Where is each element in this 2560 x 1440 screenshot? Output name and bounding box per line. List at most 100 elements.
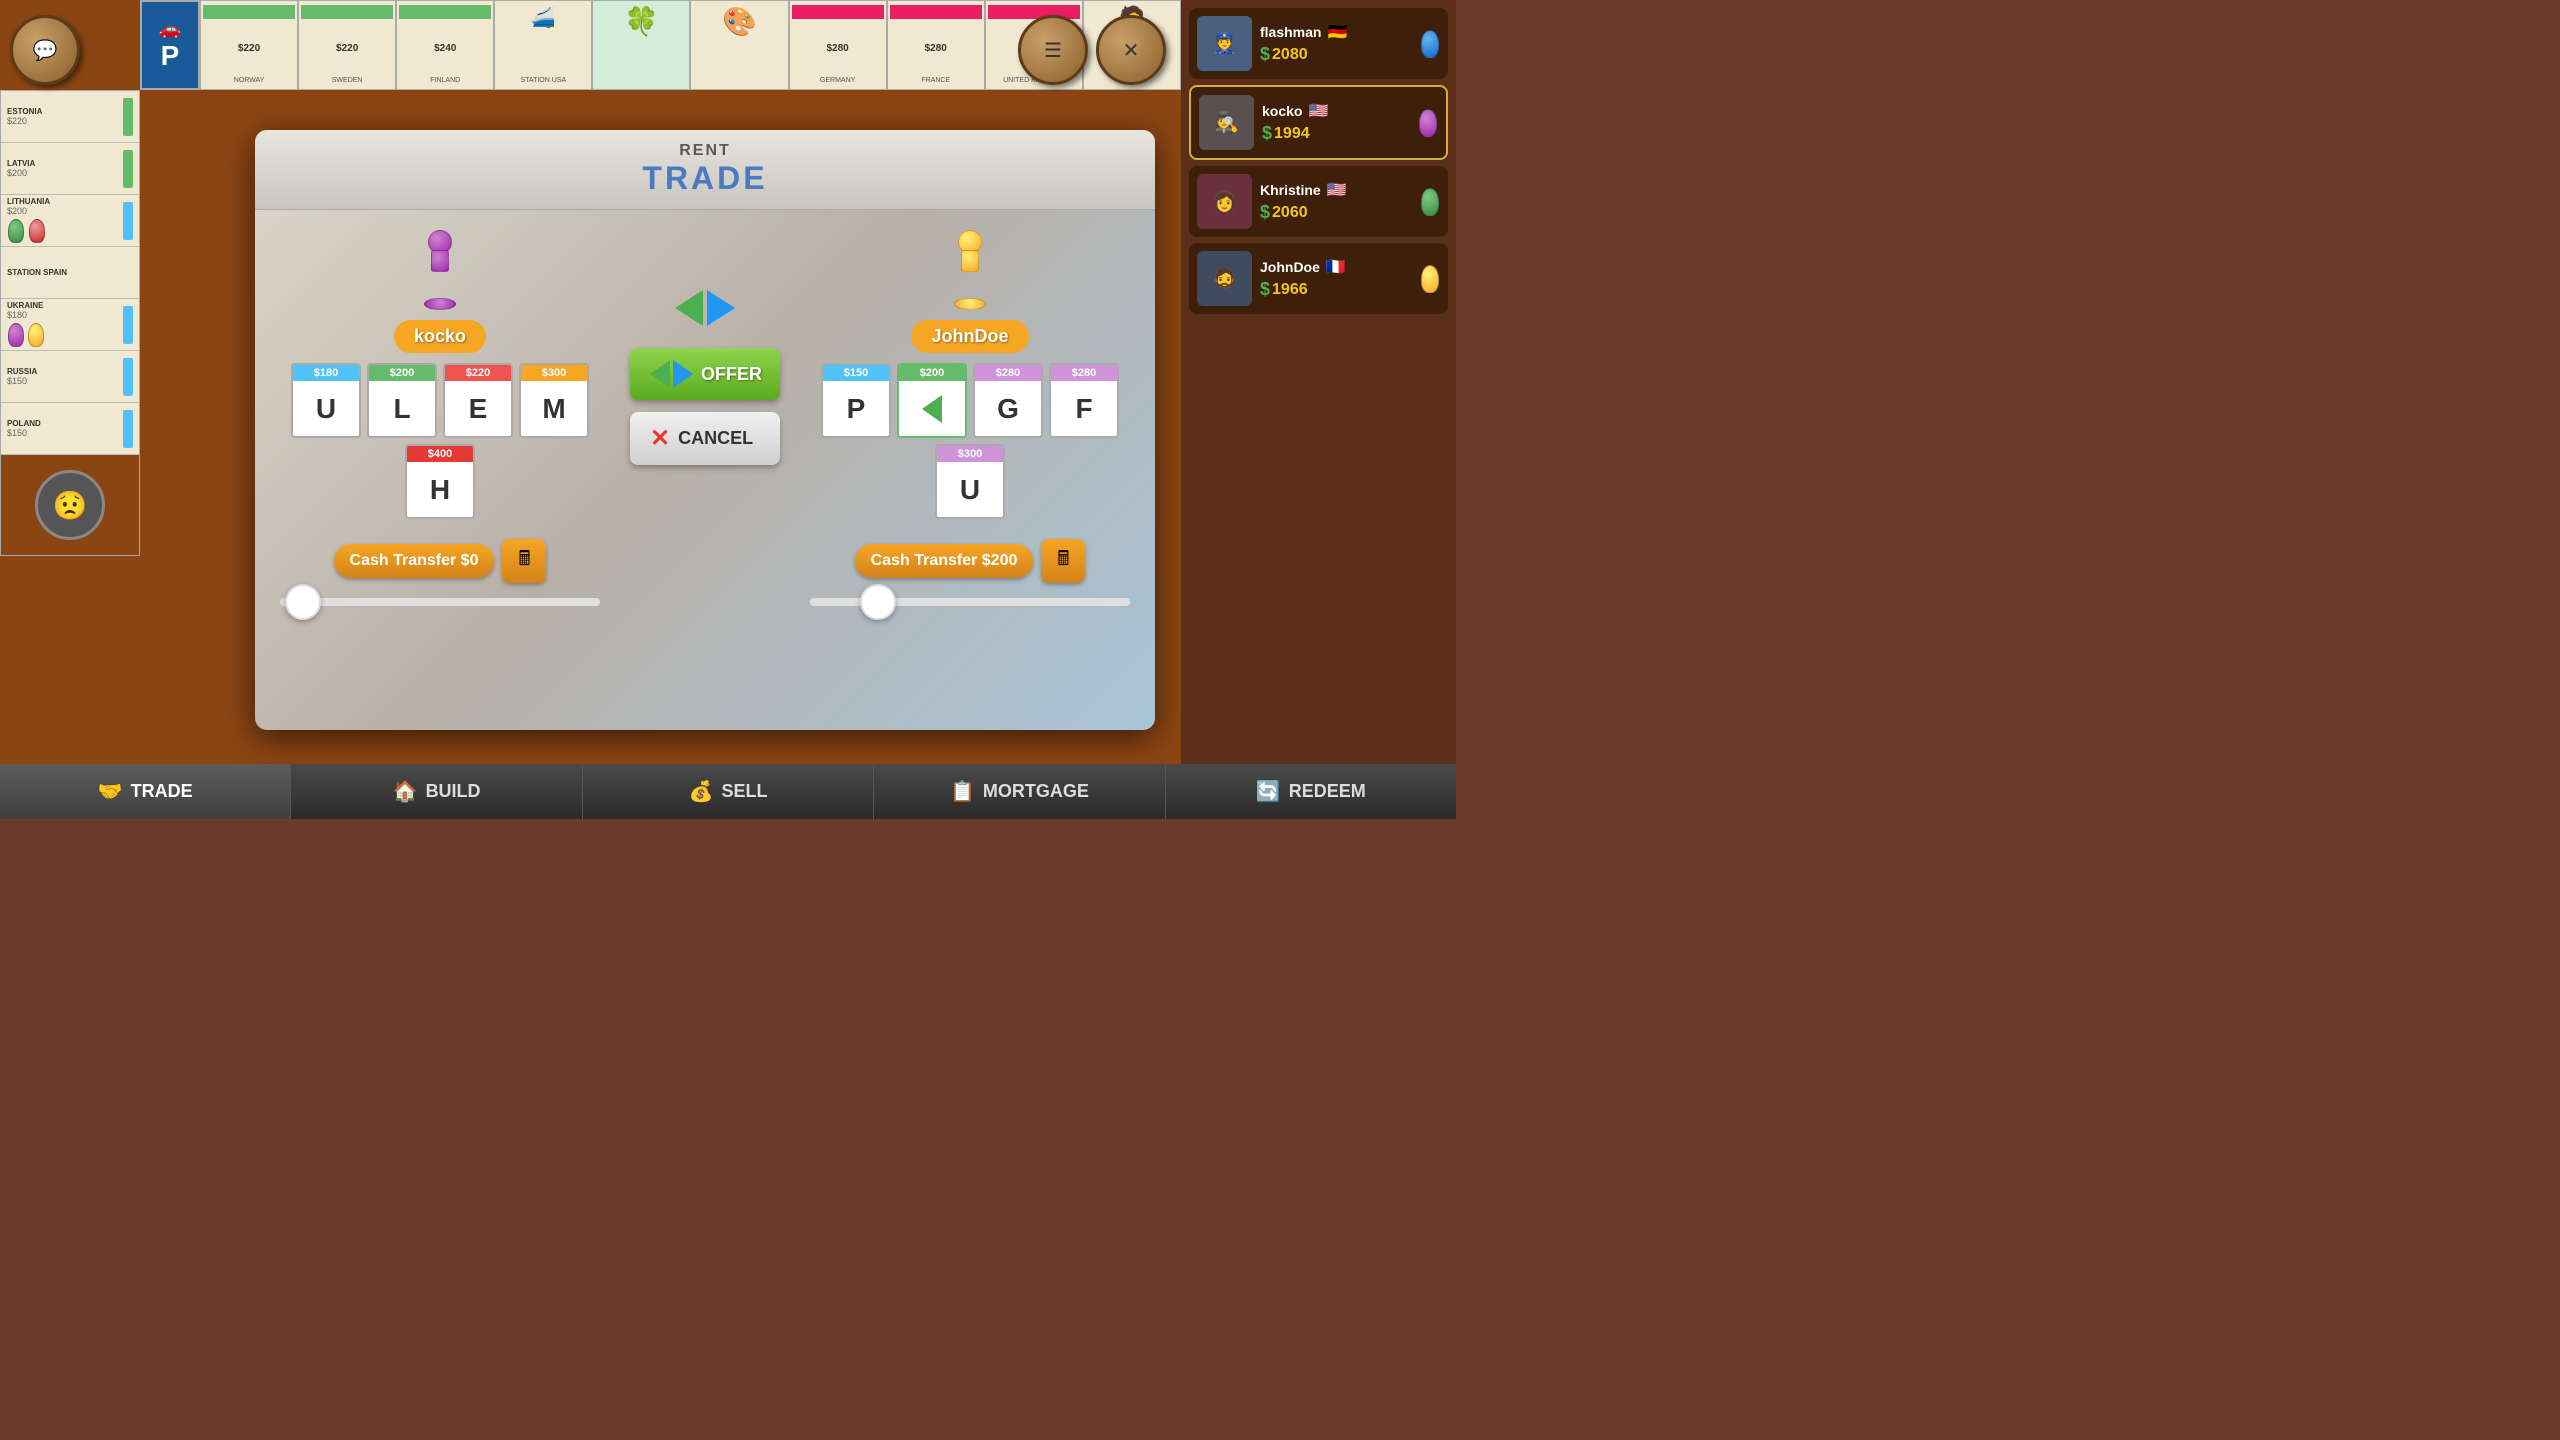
left-slider-track[interactable]: [280, 598, 600, 606]
right-cash-btn[interactable]: Cash Transfer $200: [855, 544, 1034, 578]
money-johndoe: $ 1966: [1260, 279, 1412, 300]
top-left-buttons: 💬: [10, 15, 80, 85]
left-slider-thumb[interactable]: [285, 584, 321, 620]
left-property-tiles: $180 U $200 L $220 E $300 M $400: [290, 363, 590, 519]
offer-arrow-left: [650, 360, 670, 388]
selected-arrow-icon: [922, 395, 942, 423]
prop-finland: $240 FINLAND: [396, 0, 494, 90]
prop-tile-h[interactable]: $400 H: [405, 444, 475, 519]
prop-tile-p[interactable]: $150 P: [821, 363, 891, 438]
prop-letter-arrow: [922, 381, 942, 436]
player-card-johndoe[interactable]: 🧔 JohnDoe 🇫🇷 $ 1966: [1189, 243, 1448, 314]
arrow-right-icon: [707, 290, 735, 326]
prop-price-l: $200: [369, 365, 435, 381]
trade-arrows: [675, 290, 735, 326]
left-cell-estonia: ESTONIA $220: [1, 91, 139, 143]
right-pawn: [940, 230, 1000, 310]
color-stripe: [123, 306, 133, 344]
parking-cell: 🚗 P: [140, 0, 200, 90]
left-player-name: kocko: [394, 320, 486, 353]
color-stripe: [123, 358, 133, 396]
money-kocko: $ 1994: [1262, 123, 1410, 144]
nav-mortgage[interactable]: 📋 MORTGAGE: [874, 764, 1165, 819]
right-calculator-icon: 🖩: [1057, 544, 1069, 578]
prop-tile-l[interactable]: $200 L: [367, 363, 437, 438]
prop-letter-h: H: [430, 462, 450, 517]
prop-color-bar: [399, 5, 491, 19]
left-cell-russia: RUSSIA $150: [1, 351, 139, 403]
redeem-label: REDEEM: [1289, 781, 1366, 802]
prop-name: FRANCE: [921, 77, 950, 85]
build-icon: 🏠: [393, 779, 418, 804]
flag-flashman: 🇩🇪: [1327, 22, 1347, 42]
left-cell-station-spain: STATION SPAIN: [1, 247, 139, 299]
prop-station-usa: 🚄 STATION USA: [494, 0, 592, 90]
piece-kocko: [1419, 109, 1437, 137]
prop-tile-arrow[interactable]: $200: [897, 363, 967, 438]
prop-tile-g[interactable]: $280 G: [973, 363, 1043, 438]
right-pawn-body: [961, 250, 979, 272]
offer-button[interactable]: OFFER: [630, 348, 780, 400]
left-cell-latvia: LATVIA $200: [1, 143, 139, 195]
colorwheel-icon: 🎨: [722, 5, 757, 38]
trade-icon: 🤝: [98, 779, 123, 804]
nav-sell[interactable]: 💰 SELL: [583, 764, 874, 819]
prop-sweden: $220 SWEDEN: [298, 0, 396, 90]
mortgage-icon: 📋: [950, 779, 975, 804]
right-slider-thumb[interactable]: [860, 584, 896, 620]
player-card-kocko[interactable]: 🕵️ kocko 🇺🇸 $ 1994: [1189, 85, 1448, 160]
player-info-flashman: flashman 🇩🇪 $ 2080: [1260, 22, 1412, 65]
prop-letter-l: L: [393, 381, 410, 436]
prop-tile-f[interactable]: $280 F: [1049, 363, 1119, 438]
prop-price: $280: [925, 43, 947, 54]
name-kocko: kocko: [1262, 103, 1302, 119]
prop-price: $220: [238, 43, 260, 54]
prop-price-u2: $300: [937, 446, 1003, 462]
station-icon: 🚄: [531, 5, 556, 30]
offer-arrow-right: [673, 360, 693, 388]
flag-kocko: 🇺🇸: [1308, 101, 1328, 121]
prop-price: $240: [434, 43, 456, 54]
left-calc-btn[interactable]: 🖩: [502, 539, 546, 583]
cancel-button[interactable]: ✕ CANCEL: [630, 412, 780, 465]
prop-tile-u2[interactable]: $300 U: [935, 444, 1005, 519]
prop-name: GERMANY: [820, 77, 855, 85]
nav-build[interactable]: 🏠 BUILD: [291, 764, 582, 819]
cancel-label: CANCEL: [678, 428, 753, 449]
prop-price-g: $280: [975, 365, 1041, 381]
avatar-khristine: 👩: [1197, 174, 1252, 229]
flag-johndoe: 🇫🇷: [1326, 257, 1346, 277]
nav-trade[interactable]: 🤝 TRADE: [0, 764, 291, 819]
player-info-khristine: Khristine 🇺🇸 $ 2060: [1260, 180, 1412, 223]
prop-color-bar: [792, 5, 884, 19]
prop-name: SWEDEN: [332, 77, 363, 85]
nav-redeem[interactable]: 🔄 REDEEM: [1166, 764, 1456, 819]
color-stripe: [123, 202, 133, 240]
prop-letter-f: F: [1075, 381, 1092, 436]
right-sidebar: 👮 flashman 🇩🇪 $ 2080 🕵️ kocko 🇺🇸 $ 1994: [1181, 0, 1456, 819]
prop-price-h: $400: [407, 446, 473, 462]
right-cash-amount: $200: [982, 552, 1018, 569]
piece-johndoe: [1421, 265, 1439, 293]
menu-button[interactable]: ☰: [1018, 15, 1088, 85]
left-player-section: kocko $180 U $200 L $220 E $300 M: [275, 230, 605, 700]
player-card-flashman[interactable]: 👮 flashman 🇩🇪 $ 2080: [1189, 8, 1448, 79]
left-cash-btn[interactable]: Cash Transfer $0: [334, 544, 495, 578]
close-icon: ✕: [1123, 38, 1140, 63]
chat-icon: 💬: [33, 38, 58, 63]
prop-tile-u[interactable]: $180 U: [291, 363, 361, 438]
arrow-left-icon: [675, 290, 703, 326]
avatar-kocko: 🕵️: [1199, 95, 1254, 150]
calculator-icon: 🖩: [518, 544, 530, 578]
sell-label: SELL: [721, 781, 767, 802]
player-card-khristine[interactable]: 👩 Khristine 🇺🇸 $ 2060: [1189, 166, 1448, 237]
prop-price-e: $220: [445, 365, 511, 381]
right-calc-btn[interactable]: 🖩: [1041, 539, 1085, 583]
flag-khristine: 🇺🇸: [1327, 180, 1347, 200]
prop-name: NORWAY: [234, 77, 265, 85]
chat-button[interactable]: 💬: [10, 15, 80, 85]
right-slider-track[interactable]: [810, 598, 1130, 606]
prop-tile-e[interactable]: $220 E: [443, 363, 513, 438]
close-button[interactable]: ✕: [1096, 15, 1166, 85]
prop-tile-m[interactable]: $300 M: [519, 363, 589, 438]
